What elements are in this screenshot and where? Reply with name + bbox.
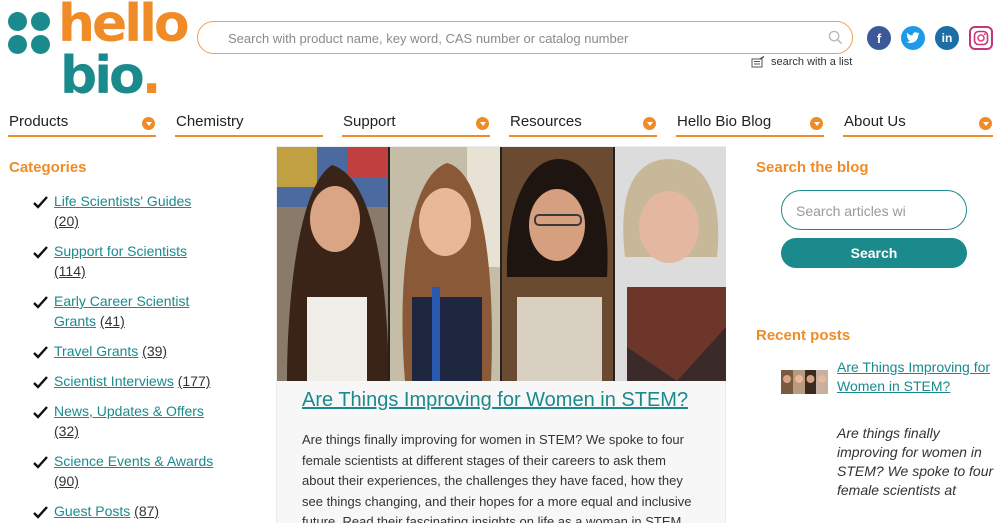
nav-hello-bio-blog[interactable]: Hello Bio Blog (676, 112, 824, 137)
article-hero-image[interactable] (277, 147, 726, 381)
category-count: (39) (142, 343, 168, 359)
nav-resources[interactable]: Resources (509, 112, 657, 137)
search-with-list-link[interactable]: search with a list (751, 56, 852, 68)
checkmark-icon (33, 346, 48, 359)
category-link[interactable]: Science Events & Awards (54, 453, 213, 469)
recent-posts-heading: Recent posts (756, 327, 851, 344)
product-search-input[interactable] (228, 28, 808, 48)
chevron-down-icon[interactable] (810, 117, 823, 130)
checkmark-icon (33, 196, 48, 209)
product-search-bar[interactable] (197, 21, 853, 54)
nav-about-us[interactable]: About Us (843, 112, 993, 137)
category-count: (20) (54, 213, 79, 229)
recent-post-excerpt: Are things finally improving for women i… (837, 425, 994, 498)
search-icon[interactable] (828, 30, 843, 45)
checkmark-icon (33, 506, 48, 519)
nav-products-label: Products (9, 113, 69, 130)
featured-article-card: Are Things Improving for Women in STEM? … (276, 146, 726, 523)
chevron-down-icon[interactable] (476, 117, 489, 130)
nav-resources-label: Resources (510, 113, 582, 130)
blog-search-heading: Search the blog (756, 159, 869, 176)
logo-word-hello: hello (58, 0, 190, 54)
logo-word-bio: bio. (60, 46, 162, 106)
checkmark-icon (33, 376, 48, 389)
twitter-icon[interactable] (901, 26, 925, 50)
instagram-icon[interactable] (969, 26, 993, 50)
category-link[interactable]: Support for Scientists (54, 243, 187, 259)
facebook-icon[interactable]: f (867, 26, 891, 50)
category-count: (114) (54, 263, 86, 279)
linkedin-icon[interactable]: in (935, 26, 959, 50)
hello-bio-logo[interactable]: hello bio. (8, 0, 190, 106)
chevron-down-icon[interactable] (979, 117, 992, 130)
checkmark-icon (33, 296, 48, 309)
category-count: (90) (54, 473, 79, 489)
category-count: (41) (99, 313, 125, 329)
categories-heading: Categories (9, 159, 87, 176)
nav-about-label: About Us (844, 113, 906, 130)
list-edit-icon (751, 56, 765, 68)
category-count: (87) (134, 503, 160, 519)
category-link[interactable]: Life Scientists' Guides (54, 193, 191, 209)
category-link[interactable]: News, Updates & Offers (54, 403, 204, 419)
article-title-link[interactable]: Are Things Improving for Women in STEM? (302, 389, 688, 412)
nav-support[interactable]: Support (342, 112, 490, 137)
category-link[interactable]: Scientist Interviews (54, 373, 174, 389)
category-count: (32) (54, 423, 79, 439)
nav-blog-label: Hello Bio Blog (677, 113, 772, 130)
nav-chemistry-label: Chemistry (176, 113, 244, 130)
category-link[interactable]: Guest Posts (54, 503, 130, 519)
chevron-down-icon[interactable] (643, 117, 656, 130)
nav-chemistry[interactable]: Chemistry (175, 112, 323, 137)
nav-support-label: Support (343, 113, 396, 130)
recent-post-thumbnail[interactable] (781, 370, 828, 394)
chevron-down-icon[interactable] (142, 117, 155, 130)
category-count: (177) (177, 373, 211, 389)
search-with-list-label: search with a list (771, 56, 853, 68)
recent-post-link[interactable]: Are Things Improving for Women in STEM? (837, 358, 997, 396)
blog-search-input[interactable] (796, 201, 956, 221)
nav-products[interactable]: Products (8, 112, 156, 137)
article-excerpt: Are things finally improving for women i… (302, 432, 692, 523)
social-links: f in (867, 26, 993, 50)
checkmark-icon (33, 246, 48, 259)
blog-search-button[interactable]: Search (781, 238, 967, 268)
category-link[interactable]: Travel Grants (54, 343, 138, 359)
blog-search-field[interactable] (781, 190, 967, 230)
logo-dots-icon (8, 12, 54, 58)
checkmark-icon (33, 456, 48, 469)
main-navigation: Products Chemistry Support Resources Hel… (8, 112, 996, 138)
checkmark-icon (33, 406, 48, 419)
